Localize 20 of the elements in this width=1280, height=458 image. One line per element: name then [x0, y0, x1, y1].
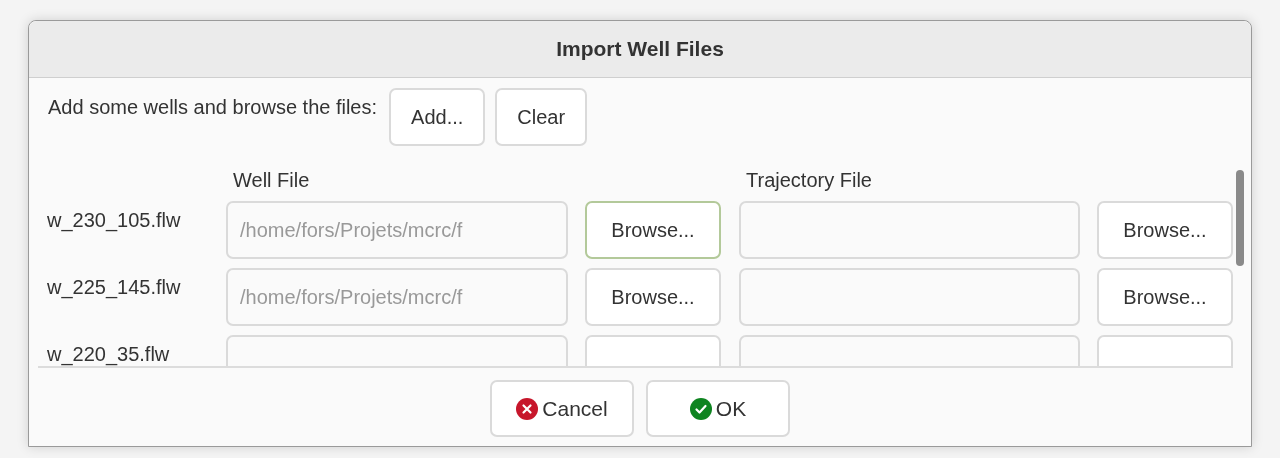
ok-button[interactable]: OK: [646, 380, 790, 437]
well-name: w_225_145.flw: [46, 275, 182, 301]
instruction-text: Add some wells and browse the files:: [48, 95, 378, 120]
cancel-icon: [516, 397, 539, 420]
column-header: Trajectory File: [746, 168, 872, 193]
browse-button[interactable]: Browse...: [1097, 268, 1233, 326]
well-name: w_230_105.flw: [46, 208, 182, 234]
well-name: w_220_35.flw: [46, 342, 171, 366]
browse-button[interactable]: Browse...: [1097, 201, 1233, 259]
trajectory-file-field[interactable]: [739, 268, 1080, 326]
clear-button[interactable]: Clear: [495, 88, 588, 146]
check-icon: [689, 397, 712, 420]
browse-button[interactable]: Browse...: [585, 201, 721, 259]
trajectory-file-field[interactable]: [739, 201, 1080, 259]
column-header: Well File: [233, 168, 311, 193]
scrollbar-thumb[interactable]: [1236, 170, 1244, 266]
browse-button[interactable]: Browse...: [585, 268, 721, 326]
add-button[interactable]: Add...: [389, 88, 486, 146]
cancel-button[interactable]: Cancel: [490, 380, 634, 437]
window-title: Import Well Files: [556, 36, 724, 63]
